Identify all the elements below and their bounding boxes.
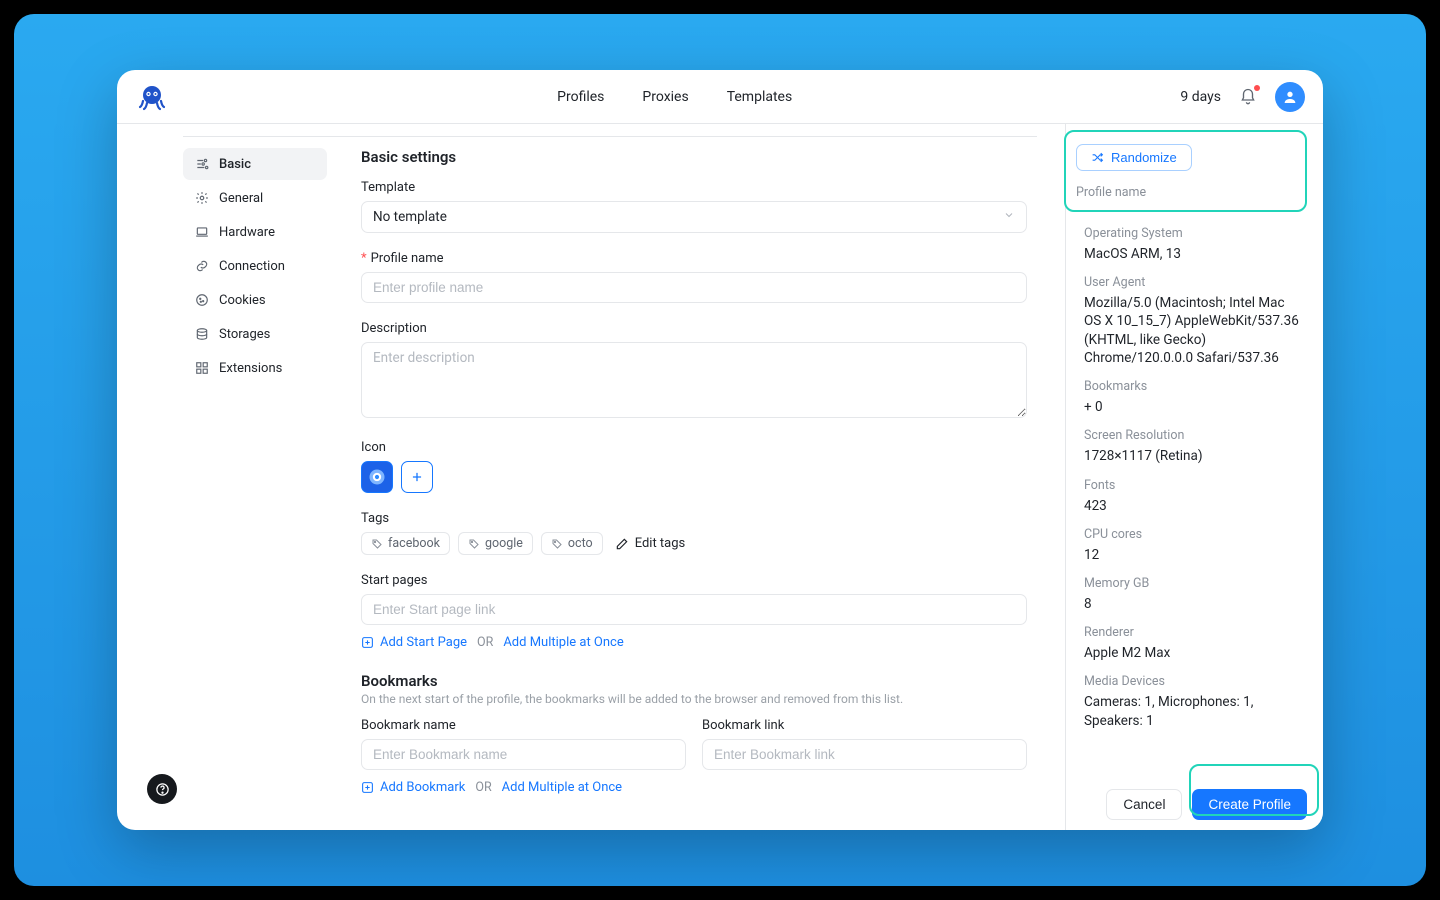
or-text: OR bbox=[475, 780, 491, 795]
add-multiple-bookmarks-button[interactable]: Add Multiple at Once bbox=[502, 780, 622, 795]
user-avatar[interactable] bbox=[1275, 82, 1305, 112]
add-start-page-button[interactable]: Add Start Page bbox=[361, 635, 467, 650]
start-pages-label: Start pages bbox=[361, 573, 1027, 588]
chevron-down-icon bbox=[1003, 209, 1015, 225]
nav-profiles[interactable]: Profiles bbox=[557, 89, 604, 105]
sidebar-item-label: Basic bbox=[219, 157, 251, 172]
add-multiple-startpages-button[interactable]: Add Multiple at Once bbox=[503, 635, 623, 650]
start-page-input[interactable] bbox=[361, 594, 1027, 625]
summary-key: Fonts bbox=[1084, 478, 1301, 493]
nav-templates[interactable]: Templates bbox=[727, 89, 793, 105]
summary-key: CPU cores bbox=[1084, 527, 1301, 542]
template-label: Template bbox=[361, 180, 1027, 195]
header: Profiles Proxies Templates 9 days bbox=[117, 70, 1323, 124]
notifications-icon[interactable] bbox=[1239, 88, 1257, 106]
sidebar-item-storages[interactable]: Storages bbox=[183, 318, 327, 350]
randomize-highlight: Randomize Profile name bbox=[1064, 130, 1307, 212]
sidebar-item-label: Extensions bbox=[219, 361, 282, 376]
description-label: Description bbox=[361, 321, 1027, 336]
sidebar-item-cookies[interactable]: Cookies bbox=[183, 284, 327, 316]
summary-val: MacOS ARM, 13 bbox=[1084, 245, 1301, 263]
sidebar-item-label: Storages bbox=[219, 327, 270, 342]
bookmarks-title: Bookmarks bbox=[361, 672, 1027, 690]
summary-val: 1728×1117 (Retina) bbox=[1084, 447, 1301, 465]
sidebar-item-hardware[interactable]: Hardware bbox=[183, 216, 327, 248]
footer-actions: Cancel Create Profile bbox=[1090, 779, 1323, 830]
nav-proxies[interactable]: Proxies bbox=[642, 89, 688, 105]
add-bookmark-button[interactable]: Add Bookmark bbox=[361, 780, 465, 795]
main-form: Basic settings Template No template *Pro… bbox=[327, 124, 1065, 830]
sidebar-item-basic[interactable]: Basic bbox=[183, 148, 327, 180]
summary-key: User Agent bbox=[1084, 275, 1301, 290]
edit-tags-button[interactable]: Edit tags bbox=[615, 536, 686, 551]
link-icon bbox=[195, 259, 209, 273]
laptop-icon bbox=[195, 225, 209, 239]
summary-key: Profile name bbox=[1076, 185, 1295, 200]
app-logo bbox=[135, 80, 169, 114]
help-icon[interactable] bbox=[147, 774, 177, 804]
database-icon bbox=[195, 327, 209, 341]
bookmark-link-label: Bookmark link bbox=[702, 718, 1027, 733]
summary-val: 8 bbox=[1084, 595, 1301, 613]
summary-key: Memory GB bbox=[1084, 576, 1301, 591]
sidebar-item-label: Cookies bbox=[219, 293, 266, 308]
profile-name-input[interactable] bbox=[361, 272, 1027, 303]
or-text: OR bbox=[477, 635, 493, 650]
summary-val: 12 bbox=[1084, 546, 1301, 564]
description-textarea[interactable] bbox=[361, 342, 1027, 418]
summary-val: + 0 bbox=[1084, 398, 1301, 416]
sidebar-item-label: Connection bbox=[219, 259, 285, 274]
profile-name-label: *Profile name bbox=[361, 251, 1027, 266]
summary-val: Cameras: 1, Microphones: 1, Speakers: 1 bbox=[1084, 693, 1301, 729]
create-profile-button[interactable]: Create Profile bbox=[1192, 789, 1307, 820]
template-select[interactable]: No template bbox=[361, 201, 1027, 233]
tag-chip[interactable]: octo bbox=[541, 532, 603, 555]
tags-label: Tags bbox=[361, 511, 1027, 526]
summary-key: Operating System bbox=[1084, 226, 1301, 241]
cancel-button[interactable]: Cancel bbox=[1106, 789, 1182, 820]
bookmark-link-input[interactable] bbox=[702, 739, 1027, 770]
bookmark-name-label: Bookmark name bbox=[361, 718, 686, 733]
sidebar-item-extensions[interactable]: Extensions bbox=[183, 352, 327, 384]
template-value: No template bbox=[373, 209, 447, 225]
sidebar-item-label: General bbox=[219, 191, 263, 206]
sidebar-item-general[interactable]: General bbox=[183, 182, 327, 214]
tag-chip[interactable]: google bbox=[458, 532, 533, 555]
sidebar-item-connection[interactable]: Connection bbox=[183, 250, 327, 282]
sliders-icon bbox=[195, 157, 209, 171]
summary-key: Renderer bbox=[1084, 625, 1301, 640]
add-icon-button[interactable] bbox=[401, 461, 433, 493]
summary-key: Media Devices bbox=[1084, 674, 1301, 689]
summary-key: Bookmarks bbox=[1084, 379, 1301, 394]
summary-val: Apple M2 Max bbox=[1084, 644, 1301, 662]
summary-key: Screen Resolution bbox=[1084, 428, 1301, 443]
main-nav: Profiles Proxies Templates bbox=[169, 89, 1180, 105]
bookmark-name-input[interactable] bbox=[361, 739, 686, 770]
left-gutter bbox=[117, 124, 183, 830]
days-left: 9 days bbox=[1180, 89, 1221, 105]
icon-choice-selected[interactable] bbox=[361, 461, 393, 493]
grid-icon bbox=[195, 361, 209, 375]
cookie-icon bbox=[195, 293, 209, 307]
settings-sidebar: Basic General Hardware Connection bbox=[183, 124, 327, 830]
bookmarks-note: On the next start of the profile, the bo… bbox=[361, 692, 1027, 706]
randomize-button[interactable]: Randomize bbox=[1076, 144, 1192, 171]
app-window: Profiles Proxies Templates 9 days bbox=[117, 70, 1323, 830]
icon-label: Icon bbox=[361, 440, 1027, 455]
summary-val: 423 bbox=[1084, 497, 1301, 515]
section-title: Basic settings bbox=[361, 148, 1027, 166]
notification-dot bbox=[1254, 85, 1260, 91]
summary-panel: Randomize Profile name Operating System … bbox=[1065, 124, 1323, 830]
tag-chip[interactable]: facebook bbox=[361, 532, 450, 555]
gear-icon bbox=[195, 191, 209, 205]
sidebar-item-label: Hardware bbox=[219, 225, 275, 240]
summary-val: Mozilla/5.0 (Macintosh; Intel Mac OS X 1… bbox=[1084, 294, 1301, 367]
